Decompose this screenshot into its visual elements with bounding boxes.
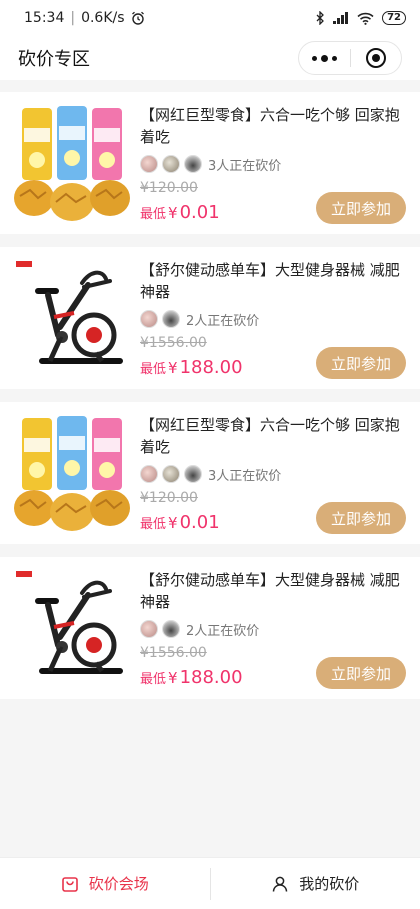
avatar [162,465,180,483]
currency-symbol: ¥ [168,359,178,377]
bargainers-row: 3人正在砍价 [140,464,406,484]
product-title: 【网红巨型零食】六合一吃个够 回家抱着吃 [140,106,400,146]
original-price: ¥1556.00 [140,645,207,661]
tab-bar: 砍价会场 我的砍价 [0,857,420,909]
lowest-price: 最低 ¥ 0.01 [140,512,220,533]
close-circle-icon [365,48,386,68]
product-title: 【舒尔健动感单车】大型健身器械 减肥神器 [140,571,400,611]
nav-bar: 砍价专区 [0,36,420,80]
battery-indicator: 72 [382,11,406,25]
tab-bargain-venue[interactable]: 砍价会场 [0,858,210,909]
more-button[interactable] [299,42,350,74]
mini-program-capsule [298,41,402,75]
currency-symbol: ¥ [168,669,178,687]
lowest-price-amount: 0.01 [179,202,220,223]
close-mini-program-button[interactable] [351,42,402,74]
lowest-price-amount: 188.00 [179,357,243,378]
lowest-price-label: 最低 [140,517,167,532]
product-title: 【舒尔健动感单车】大型健身器械 减肥神器 [140,261,400,301]
join-button[interactable]: 立即参加 [316,657,406,689]
lowest-price-label: 最低 [140,207,167,222]
bag-icon [61,876,78,892]
avatar [162,155,180,173]
signal-icon [333,12,349,24]
tab-label: 我的砍价 [299,875,360,893]
product-image-snack [12,102,132,224]
bargainers-count: 3人正在砍价 [208,158,282,174]
page-title: 砍价专区 [18,49,90,70]
lowest-price: 最低 ¥ 188.00 [140,667,243,688]
tab-my-bargain[interactable]: 我的砍价 [211,858,420,909]
avatar [184,155,202,173]
bargainers-row: 2人正在砍价 [140,619,406,639]
currency-symbol: ¥ [168,204,178,222]
product-card[interactable]: 【舒尔健动感单车】大型健身器械 减肥神器 2人正在砍价 ¥1556.00 最低 … [0,247,420,389]
original-price: ¥120.00 [140,490,198,506]
status-separator: | [70,10,76,26]
lowest-price: 最低 ¥ 188.00 [140,357,243,378]
product-image-snack [12,412,132,534]
bargainers-count: 3人正在砍价 [208,468,282,484]
avatar [162,620,180,638]
join-button[interactable]: 立即参加 [316,347,406,379]
join-button[interactable]: 立即参加 [316,502,406,534]
avatar [140,620,158,638]
join-button[interactable]: 立即参加 [316,192,406,224]
product-card[interactable]: 【网红巨型零食】六合一吃个够 回家抱着吃 3人正在砍价 ¥120.00 最低 ¥… [0,402,420,544]
avatar [162,310,180,328]
lowest-price-amount: 0.01 [179,512,220,533]
lowest-price-label: 最低 [140,672,167,687]
product-title: 【网红巨型零食】六合一吃个够 回家抱着吃 [140,416,400,456]
avatar [140,465,158,483]
original-price: ¥1556.00 [140,335,207,351]
alarm-icon [131,11,144,25]
bargainers-row: 2人正在砍价 [140,309,406,329]
bargainers-count: 2人正在砍价 [186,313,260,329]
status-bar: 15:34 | 0.6K/s 72 [0,0,420,36]
more-dots-icon [311,54,337,62]
lowest-price: 最低 ¥ 0.01 [140,202,220,223]
person-icon [272,876,288,892]
product-card[interactable]: 【网红巨型零食】六合一吃个够 回家抱着吃 3人正在砍价 ¥120.00 最低 ¥… [0,92,420,234]
product-list: 【网红巨型零食】六合一吃个够 回家抱着吃 3人正在砍价 ¥120.00 最低 ¥… [0,92,420,712]
product-image-bike [12,567,132,689]
original-price: ¥120.00 [140,180,198,196]
bluetooth-icon [316,11,324,25]
avatar [140,155,158,173]
product-image-bike [12,257,132,379]
status-time: 15:34 [24,10,65,26]
bargainers-row: 3人正在砍价 [140,154,406,174]
wifi-icon [357,12,374,25]
bargainers-count: 2人正在砍价 [186,623,260,639]
lowest-price-label: 最低 [140,362,167,377]
currency-symbol: ¥ [168,514,178,532]
product-card[interactable]: 【舒尔健动感单车】大型健身器械 减肥神器 2人正在砍价 ¥1556.00 最低 … [0,557,420,699]
avatar [140,310,158,328]
status-speed: 0.6K/s [81,10,125,26]
tab-label: 砍价会场 [88,875,149,893]
lowest-price-amount: 188.00 [179,667,243,688]
avatar [184,465,202,483]
